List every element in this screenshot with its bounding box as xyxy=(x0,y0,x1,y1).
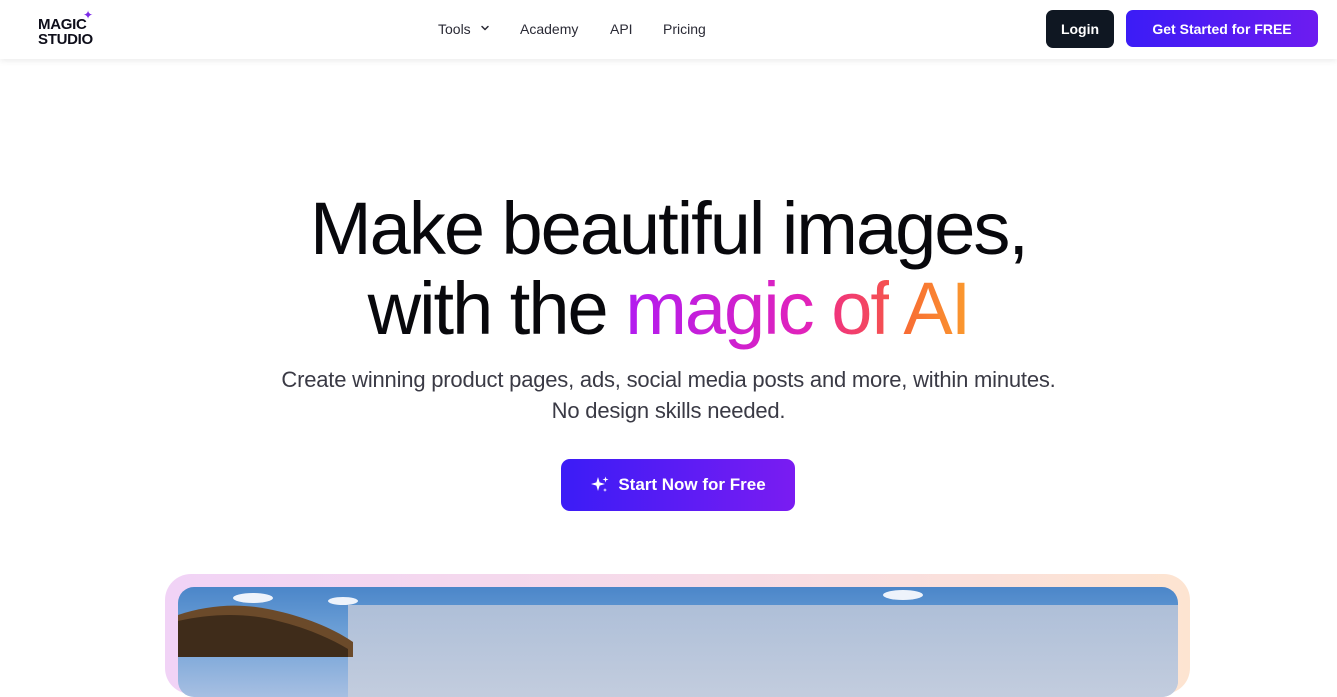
hero-title-of: of xyxy=(831,267,891,350)
nav-academy[interactable]: Academy xyxy=(520,21,578,37)
hero-title-line-1: Make beautiful images, xyxy=(310,187,1029,270)
logo-line-2: STUDIO xyxy=(38,31,93,48)
login-button[interactable]: Login xyxy=(1046,10,1114,48)
sparkle-icon xyxy=(591,476,609,492)
hero-title-magic: magic xyxy=(625,267,814,350)
magic-studio-logo[interactable]: ✦ MAGIC STUDIO xyxy=(38,9,104,49)
preview-frame xyxy=(165,574,1190,697)
logo-line-1: MAGIC xyxy=(38,16,87,33)
start-now-button[interactable]: Start Now for Free xyxy=(561,459,795,511)
hero-title-ai: AI xyxy=(903,267,971,350)
nav-api[interactable]: API xyxy=(610,21,633,37)
cliff-shape xyxy=(178,605,353,657)
get-started-button[interactable]: Get Started for FREE xyxy=(1126,10,1318,47)
chevron-down-icon xyxy=(480,25,489,31)
nav-tools-label: Tools xyxy=(438,21,471,37)
nav-tools[interactable]: Tools xyxy=(438,21,490,37)
hero-subtitle-line-2: No design skills needed. xyxy=(551,398,786,423)
hero-title-line-2: with the magic of AI xyxy=(0,270,1337,348)
nav-pricing[interactable]: Pricing xyxy=(663,21,706,37)
cloud-shape xyxy=(883,590,923,600)
top-navbar: ✦ MAGIC STUDIO Tools Academy API Pricing… xyxy=(0,0,1337,59)
hero-title-prefix: with the xyxy=(367,267,626,350)
preview-image xyxy=(178,587,1178,697)
preview-inner-card xyxy=(348,605,1178,697)
hero-subtitle-line-1: Create winning product pages, ads, socia… xyxy=(281,367,1056,392)
start-now-label: Start Now for Free xyxy=(618,475,766,494)
